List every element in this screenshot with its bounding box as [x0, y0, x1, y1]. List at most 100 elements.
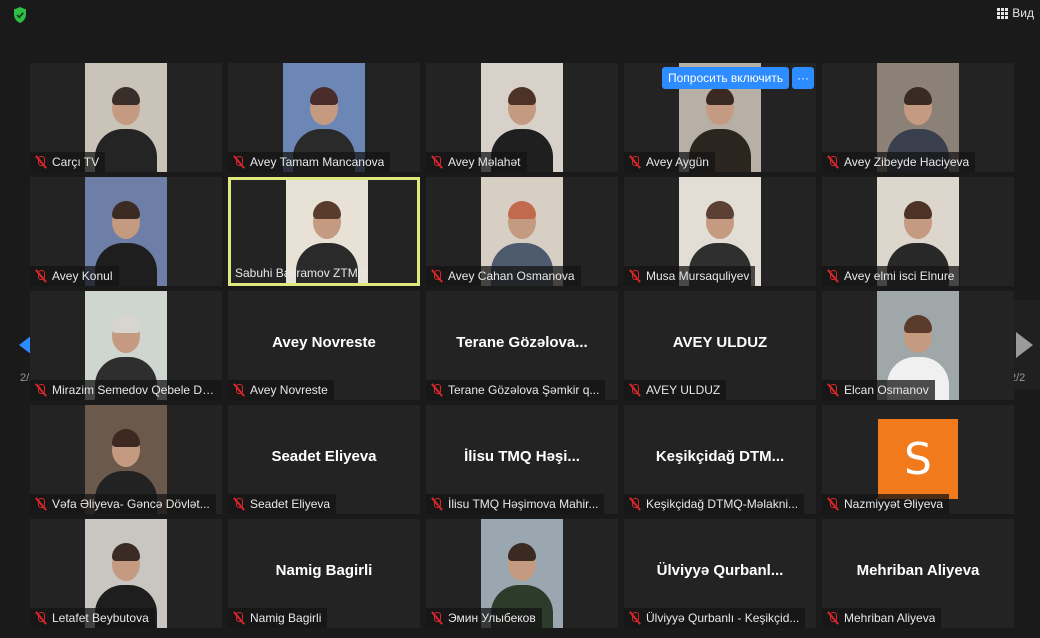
participant-name: Avey Tamam Mancanova: [250, 155, 385, 169]
participant-name-bar: Avey Cahan Osmanova: [426, 266, 581, 286]
participant-tile[interactable]: İlisu TMQ Həşi... İlisu TMQ Həşimova Mahi…: [426, 405, 618, 514]
participant-name-bar: Ülviyyə Qurbanlı - Keşikçid...: [624, 608, 806, 628]
participant-tile[interactable]: Avey Tamam Mancanova: [228, 63, 420, 172]
participant-tile[interactable]: Keşikçidağ DTM... Keşikçidağ DTMQ-Məlakni…: [624, 405, 816, 514]
participant-name: Avey Konul: [52, 269, 113, 283]
video-gallery: Carçı TV Avey Tamam Mancanova Avey Məlahət…: [30, 63, 1016, 629]
participant-name-bar: Avey Məlahət: [426, 152, 527, 172]
participant-tile[interactable]: Mehriban Aliyeva Mehriban Aliyeva: [822, 519, 1014, 628]
ask-to-unmute-button[interactable]: Попросить включить: [662, 67, 790, 89]
muted-mic-icon: [628, 611, 642, 625]
participant-tile[interactable]: Avey Məlahət: [426, 63, 618, 172]
muted-mic-icon: [430, 383, 444, 397]
muted-mic-icon: [826, 383, 840, 397]
muted-mic-icon: [430, 611, 444, 625]
participant-tile[interactable]: Mirazim Semedov Qebele DT...: [30, 291, 222, 400]
participant-name: Avey elmi isci Elnure: [844, 269, 955, 283]
view-label: Вид: [1012, 6, 1034, 20]
muted-mic-icon: [826, 155, 840, 169]
muted-mic-icon: [628, 383, 642, 397]
participant-tile[interactable]: Namig Bagirli Namig Bagirli: [228, 519, 420, 628]
participant-display-name: Namig Bagirli: [275, 562, 373, 579]
participant-name-bar: Avey Novreste: [228, 380, 334, 400]
muted-mic-icon: [628, 269, 642, 283]
participant-tile[interactable]: AVEY ULDUZ AVEY ULDUZ: [624, 291, 816, 400]
participant-tile[interactable]: Sabuhi Bayramov ZTMQ: [228, 177, 420, 286]
participant-name-bar: Avey Konul: [30, 266, 119, 286]
participant-name-bar: Nazmiyyət Əliyeva: [822, 494, 950, 514]
participant-name: Avey Aygün: [646, 155, 709, 169]
participant-name-bar: Keşikçidağ DTMQ-Məlakni...: [624, 494, 805, 514]
participant-tile[interactable]: Avey Novreste Avey Novreste: [228, 291, 420, 400]
participant-tile[interactable]: Avey elmi isci Elnure: [822, 177, 1014, 286]
muted-mic-icon: [232, 497, 246, 511]
participant-name: Avey Cahan Osmanova: [448, 269, 575, 283]
participant-display-name: Avey Novreste: [272, 334, 376, 351]
participant-name: Mirazim Semedov Qebele DT...: [52, 383, 216, 397]
muted-mic-icon: [34, 383, 48, 397]
participant-avatar: S: [878, 419, 958, 499]
participant-display-name: AVEY ULDUZ: [672, 334, 768, 351]
previous-page-button[interactable]: 2/2: [0, 300, 36, 390]
participant-tile[interactable]: Эмин Улыбеков: [426, 519, 618, 628]
participant-display-name: Terane Gözəlova...: [456, 334, 588, 351]
participant-name: Carçı TV: [52, 155, 100, 169]
muted-mic-icon: [34, 155, 48, 169]
participant-name: Keşikçidağ DTMQ-Məlakni...: [646, 497, 799, 511]
participant-tile[interactable]: Vəfa Əliyeva- Gəncə Dövlət...: [30, 405, 222, 514]
participant-tile[interactable]: Avey Cahan Osmanova: [426, 177, 618, 286]
grid-view-icon: [997, 7, 1009, 19]
participant-name: Mehriban Aliyeva: [844, 611, 936, 625]
participant-name-bar: Mehriban Aliyeva: [822, 608, 942, 628]
participant-tile[interactable]: Musa Mursaquliyev: [624, 177, 816, 286]
participant-tile[interactable]: Elcan Osmanov: [822, 291, 1014, 400]
participant-display-name: Ülviyyə Qurbanl...: [656, 562, 784, 579]
participant-name-bar: Avey Aygün: [624, 152, 715, 172]
participant-name-bar: Эмин Улыбеков: [426, 608, 542, 628]
participant-name: Sabuhi Bayramov ZTMQ: [235, 266, 368, 280]
participant-display-name: Seadet Eliyeva: [271, 448, 377, 465]
participant-name-bar: Letafet Beybutova: [30, 608, 155, 628]
participant-name-bar: Elcan Osmanov: [822, 380, 935, 400]
participant-display-name: Mehriban Aliyeva: [856, 562, 980, 579]
participant-tile[interactable]: Letafet Beybutova: [30, 519, 222, 628]
participant-name-bar: Avey Tamam Mancanova: [228, 152, 391, 172]
muted-mic-icon: [628, 155, 642, 169]
participant-name: İlisu TMQ Həşimova Mahir...: [448, 497, 599, 511]
participant-name-bar: Carçı TV: [30, 152, 106, 172]
muted-mic-icon: [628, 497, 642, 511]
participant-name-bar: Avey Zibeyde Haciyeva: [822, 152, 976, 172]
participant-tile[interactable]: Ülviyyə Qurbanl... Ülviyyə Qurbanlı - Keş…: [624, 519, 816, 628]
muted-mic-icon: [430, 155, 444, 169]
participant-name: Namig Bagirli: [250, 611, 322, 625]
view-button[interactable]: Вид: [997, 6, 1034, 20]
participant-display-name: İlisu TMQ Həşi...: [464, 448, 580, 465]
participant-name-bar: Sabuhi Bayramov ZTMQ: [231, 263, 373, 283]
participant-tile[interactable]: Avey Konul: [30, 177, 222, 286]
participant-name: Vəfa Əliyeva- Gəncə Dövlət...: [52, 497, 210, 511]
participant-tile[interactable]: Seadet Eliyeva Seadet Eliyeva: [228, 405, 420, 514]
more-options-button[interactable]: ···: [792, 67, 814, 89]
participant-name: Terane Gözəlova Şəmkir q...: [448, 383, 600, 397]
muted-mic-icon: [826, 497, 840, 511]
muted-mic-icon: [826, 269, 840, 283]
participant-name: Ülviyyə Qurbanlı - Keşikçid...: [646, 611, 800, 625]
participant-name: Letafet Beybutova: [52, 611, 149, 625]
participant-tile[interactable]: Carçı TV: [30, 63, 222, 172]
muted-mic-icon: [232, 383, 246, 397]
participant-name: Elcan Osmanov: [844, 383, 929, 397]
participant-name: AVEY ULDUZ: [646, 383, 721, 397]
meeting-topbar: Вид: [0, 0, 1040, 30]
muted-mic-icon: [34, 497, 48, 511]
participant-tile[interactable]: Avey Zibeyde Haciyeva: [822, 63, 1014, 172]
participant-tile[interactable]: Terane Gözəlova... Terane Gözəlova Şəmkir…: [426, 291, 618, 400]
participant-name: Nazmiyyət Əliyeva: [844, 497, 944, 511]
participant-tile[interactable]: S Nazmiyyət Əliyeva: [822, 405, 1014, 514]
participant-name-bar: Seadet Eliyeva: [228, 494, 337, 514]
participant-name: Seadet Eliyeva: [250, 497, 331, 511]
participant-name-bar: İlisu TMQ Həşimova Mahir...: [426, 494, 605, 514]
participant-name: Эмин Улыбеков: [448, 611, 536, 625]
shield-icon[interactable]: [12, 6, 28, 24]
participant-name: Musa Mursaquliyev: [646, 269, 750, 283]
participant-name: Avey Novreste: [250, 383, 328, 397]
